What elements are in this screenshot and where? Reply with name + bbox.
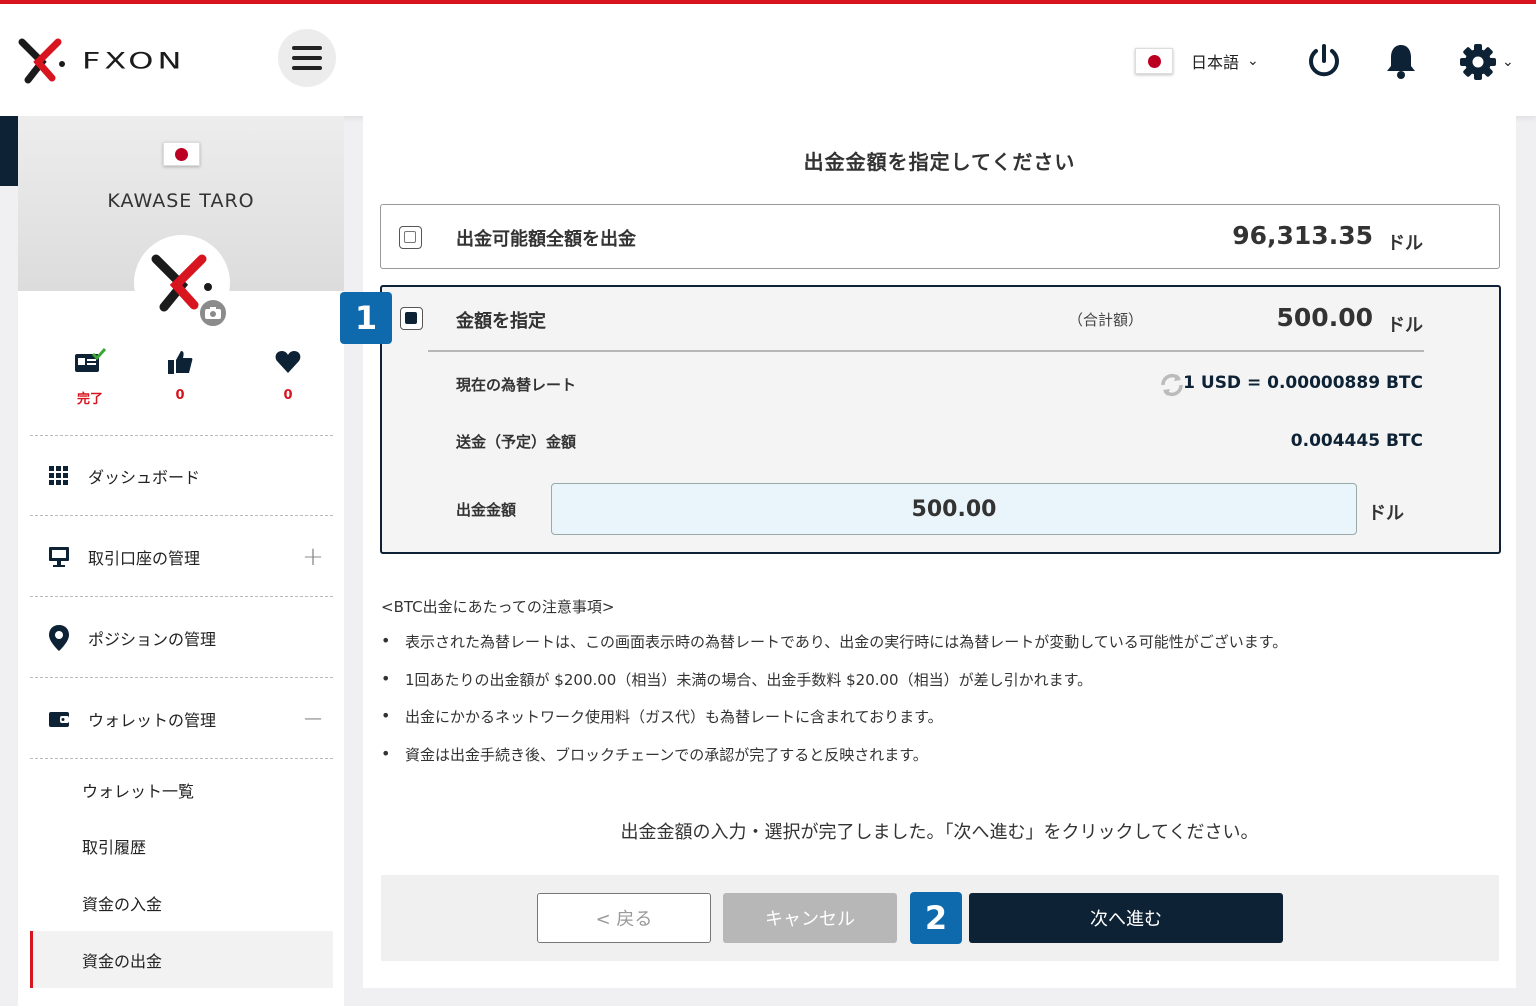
sidebar-accent <box>0 116 18 186</box>
brand-name: FXON <box>82 47 186 75</box>
list-item: 資金は出金手続き後、ブロックチェーンでの承認が完了すると反映されます。 <box>381 744 1501 782</box>
monitor-icon <box>49 546 69 567</box>
withdraw-amount-unit: ドル <box>1368 503 1404 524</box>
withdraw-amount-label: 出金金額 <box>456 501 517 519</box>
wallet-icon <box>49 711 69 727</box>
chevron-down-icon: ⌄ <box>1247 53 1259 69</box>
specified-unit: ドル <box>1387 315 1423 336</box>
sidebar-item-dashboard[interactable]: ダッシュボード <box>30 436 333 516</box>
withdraw-all-label: 出金可能額全額を出金 <box>456 229 636 250</box>
list-item: 表示された為替レートは、この画面表示時の為替レートであり、出金の実行時には為替レ… <box>381 631 1501 669</box>
sidebar-subitem-history[interactable]: 取引履歴 <box>30 817 333 874</box>
sidebar-item-label: ポジションの管理 <box>88 629 217 649</box>
notes-list: 表示された為替レートは、この画面表示時の為替レートであり、出金の実行時には為替レ… <box>381 631 1501 781</box>
language-selector[interactable]: 日本語 ⌄ <box>1135 48 1259 74</box>
chevron-down-icon: ⌄ <box>1502 54 1514 70</box>
sidebar: KAWASE TARO 完了 0 0 ダッシュボード 取引口座の管理 + ポジシ… <box>18 116 344 1006</box>
likes-stat[interactable]: 0 <box>126 348 234 407</box>
specified-amount: 500.00 <box>1276 303 1373 332</box>
specify-amount-label: 金額を指定 <box>456 311 546 332</box>
sidebar-item-wallet[interactable]: ウォレットの管理 − <box>30 679 333 759</box>
hamburger-icon <box>292 46 322 50</box>
expand-plus-icon[interactable]: + <box>293 542 333 572</box>
power-icon[interactable] <box>1305 42 1343 80</box>
page-title: 出金金額を指定してください <box>803 150 1076 174</box>
list-item: 出金にかかるネットワーク使用料（ガス代）も為替レートに含まれております。 <box>381 706 1501 744</box>
bell-icon[interactable] <box>1383 42 1419 80</box>
likes-count: 0 <box>175 388 185 403</box>
gear-icon <box>1460 44 1496 80</box>
exchange-rate-label: 現在の為替レート <box>456 376 577 394</box>
withdraw-all-unit: ドル <box>1387 233 1423 254</box>
grid-icon <box>49 465 68 485</box>
app-header: FXON 日本語 ⌄ ⌄ <box>0 4 1536 116</box>
collapse-minus-icon[interactable]: − <box>293 704 333 734</box>
fxon-logo-icon <box>18 38 65 84</box>
back-button[interactable]: < 戻る <box>537 893 711 943</box>
settings-menu[interactable]: ⌄ <box>1458 42 1514 82</box>
total-label: （合計額） <box>1068 311 1144 329</box>
option-divider <box>428 350 1424 352</box>
favorites-stat[interactable]: 0 <box>234 348 342 407</box>
sidebar-item-trading-accounts[interactable]: 取引口座の管理 + <box>30 517 333 597</box>
sidebar-subitem-deposit[interactable]: 資金の入金 <box>30 874 333 931</box>
withdraw-all-checkbox[interactable] <box>399 226 422 249</box>
cancel-button[interactable]: キャンセル <box>723 893 897 943</box>
brand-logo[interactable]: FXON <box>18 38 185 84</box>
profile-name: KAWASE TARO <box>107 190 255 212</box>
step-badge-1: 1 <box>340 292 392 344</box>
specify-amount-checkbox[interactable] <box>400 307 423 330</box>
profile-stats: 完了 0 0 <box>18 348 344 407</box>
map-pin-icon <box>49 624 69 651</box>
sidebar-subitem-wallet-list[interactable]: ウォレット一覧 <box>30 761 333 818</box>
withdrawal-panel: 出金金額を指定してください 出金可能額全額を出金 96,313.35 ドル 金額… <box>363 116 1516 988</box>
send-amount-value: 0.004445 BTC <box>1290 431 1423 451</box>
exchange-rate-value: 1 USD = 0.00000889 BTC <box>1183 373 1423 393</box>
sidebar-item-label: ウォレットの管理 <box>88 710 217 730</box>
option-specify-amount[interactable]: 金額を指定 （合計額） 500.00 ドル 現在の為替レート 1 USD = 0… <box>380 285 1501 554</box>
sidebar-item-positions[interactable]: ポジションの管理 <box>30 598 333 678</box>
list-item: 1回あたりの出金額が $200.00（相当）未満の場合、出金手数料 $20.00… <box>381 669 1501 707</box>
sidebar-item-label: ダッシュボード <box>88 467 201 487</box>
heart-icon <box>275 351 301 373</box>
sidebar-subitem-withdrawal[interactable]: 資金の出金 <box>30 931 333 988</box>
camera-icon[interactable] <box>198 298 228 328</box>
completion-message: 出金金額の入力・選択が完了しました。「次へ進む」をクリックしてください。 <box>620 822 1259 843</box>
sidebar-item-label: 取引口座の管理 <box>88 548 201 568</box>
send-amount-label: 送金（予定）金額 <box>456 433 577 451</box>
option-withdraw-all[interactable]: 出金可能額全額を出金 96,313.35 ドル <box>380 204 1500 269</box>
next-button[interactable]: 次へ進む <box>969 893 1283 943</box>
menu-toggle-button[interactable] <box>278 29 336 87</box>
withdraw-amount-input[interactable] <box>551 483 1357 535</box>
japan-flag-icon <box>163 142 200 166</box>
favorites-count: 0 <box>283 388 293 403</box>
japan-flag-icon <box>1135 48 1173 74</box>
step-badge-2: 2 <box>910 892 962 944</box>
language-label: 日本語 <box>1191 53 1240 72</box>
withdraw-all-amount: 96,313.35 <box>1232 221 1373 250</box>
thumbs-up-icon <box>168 351 193 374</box>
notes-title: <BTC出金にあたっての注意事項> <box>381 598 615 616</box>
id-card-check-icon <box>75 348 107 372</box>
